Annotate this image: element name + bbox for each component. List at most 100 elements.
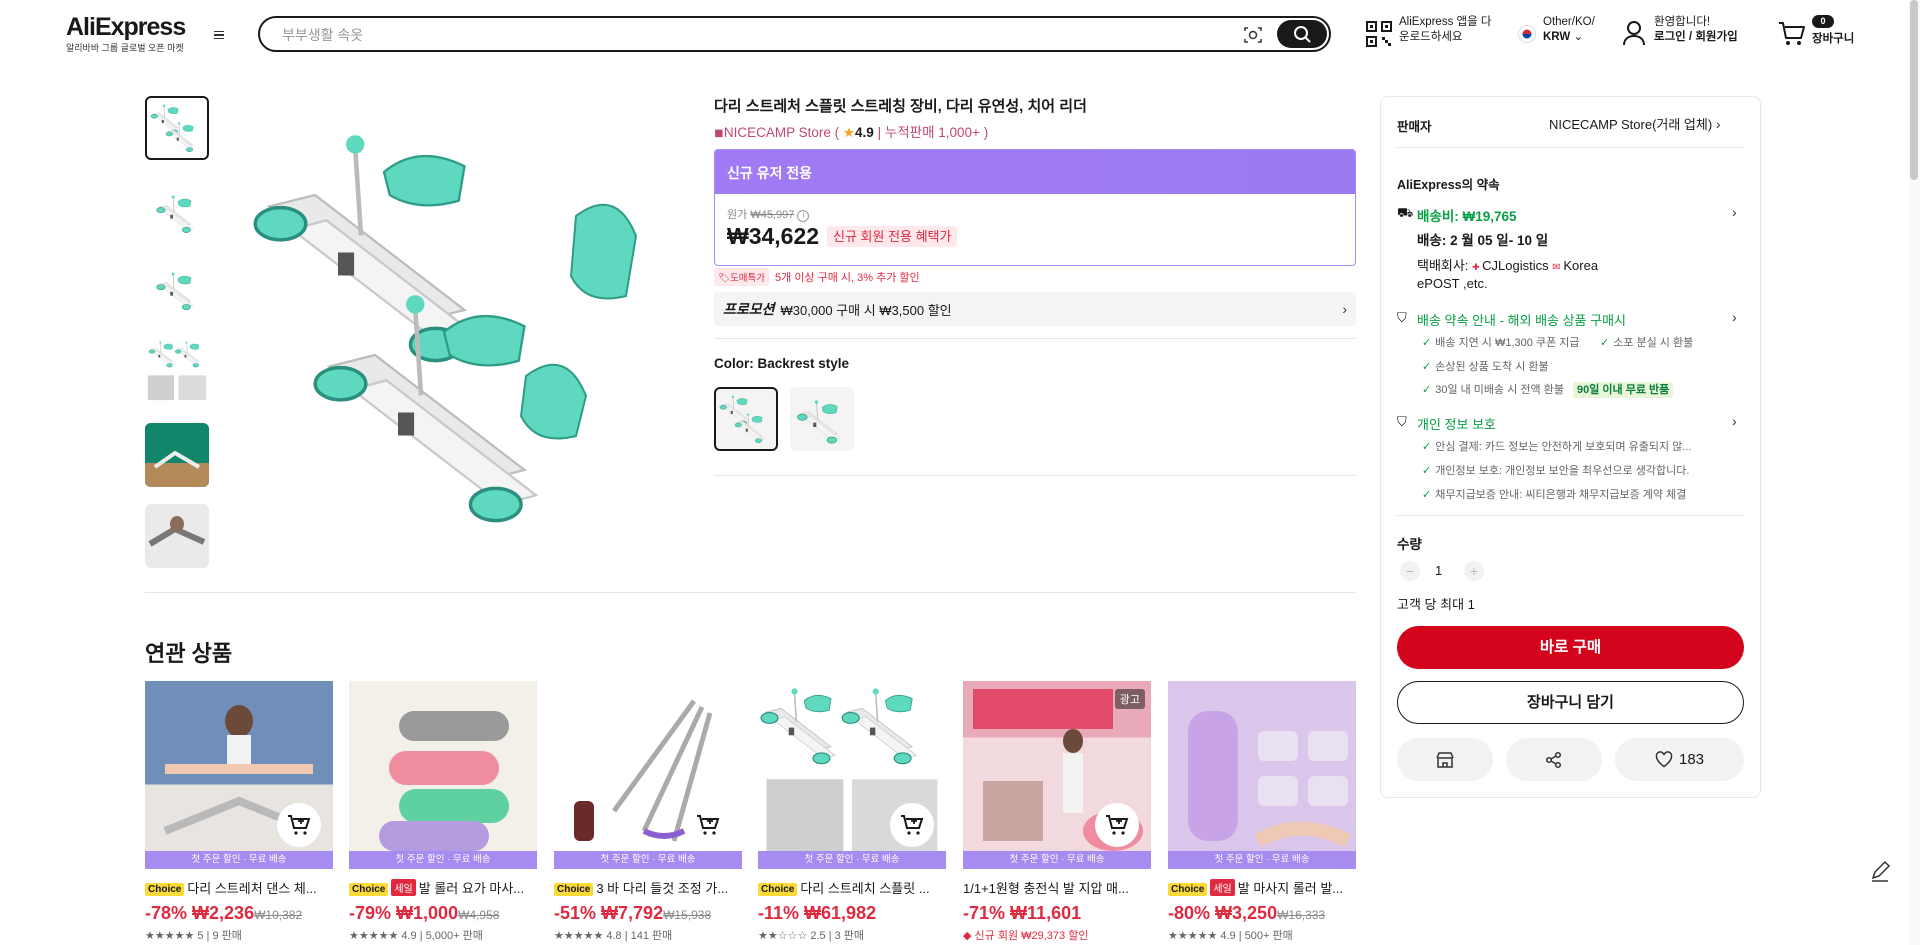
quantity-value[interactable]: 1 [1435,563,1442,578]
color-swatch[interactable] [790,387,854,451]
app-download-link[interactable]: AliExpress 앱을 다 운로드하세요 [1399,15,1491,45]
feedback-edit-icon[interactable] [1866,858,1894,886]
chevron-right-icon[interactable]: › [1732,309,1737,325]
product-card[interactable]: 첫 주문 할인 · 무료 배송 Choice 다리 스트레처 댄스 체... -7… [145,681,333,943]
check-icon: ✓ [1422,441,1432,453]
product-card-image[interactable]: 첫 주문 할인 · 무료 배송 [145,681,333,869]
add-to-cart-icon[interactable] [890,803,934,847]
user-icon[interactable] [1622,20,1646,46]
chevron-down-icon: ⌄ [1573,31,1584,43]
product-card[interactable]: 첫 주문 할인 · 무료 배송 Choice 세일 발 마사지 롤러 발... -8… [1168,681,1356,943]
heart-icon [1655,751,1673,768]
star-rating-icon: ★★☆☆☆ [758,930,808,942]
choice-badge: Choice [145,883,185,896]
cart-label[interactable]: 장바구니 [1812,32,1854,47]
discount-percent: -71% [963,903,1006,923]
quantity-decrease-button[interactable]: − [1400,561,1420,581]
tag-icon: 🏷 [718,273,731,284]
sale-badge: 세일 [391,879,416,896]
guarantee-item: ✓ 배송 지연 시 ₩1,300 쿠폰 지급 [1422,337,1580,349]
gallery-thumbnail[interactable] [145,423,209,487]
main-product-image[interactable] [236,96,676,536]
discount-percent: -11% [758,903,800,923]
product-card[interactable]: 첫 주문 할인 · 무료 배송 Choice 세일 발 롤러 요가 마사... -7… [349,681,537,943]
product-card[interactable]: 광고 첫 주문 할인 · 무료 배송 1/1+1원형 충전식 발 지압 매...… [963,681,1151,943]
aliexpress-logo[interactable]: AliExpress [66,13,186,42]
cart-icon[interactable] [1778,21,1806,47]
seller-link[interactable]: NICECAMP Store(거래 업체) › [1549,114,1720,133]
divider [1397,147,1744,148]
add-to-cart-button[interactable]: 장바구니 담기 [1397,681,1744,724]
account-login-link[interactable]: 환영합니다! 로그인 / 회원가입 [1654,15,1738,45]
check-icon: ✓ [1422,465,1432,477]
product-card-title[interactable]: 발 마사지 롤러 발... [1238,881,1343,896]
search-button[interactable] [1277,20,1327,48]
promotion-bar[interactable]: 프로모션 ₩30,000 구매 시 ₩3,500 할인 › [714,292,1356,326]
product-card[interactable]: 첫 주문 할인 · 무료 배송 Choice 다리 스트레치 스플릿 ... -1… [758,681,946,943]
menu-icon[interactable] [210,26,228,44]
star-icon: ★ [842,125,856,140]
gallery-thumbnail[interactable] [145,504,209,568]
product-title: 다리 스트레처 스플릿 스트레칭 장비, 다리 유연성, 치어 리더 [714,98,1087,115]
gallery-thumbnail[interactable] [145,178,209,242]
choice-badge: Choice [1168,883,1208,896]
discount-percent: -80% [1168,903,1211,923]
product-card[interactable]: 첫 주문 할인 · 무료 배송 Choice 3 바 다리 들것 조정 가... … [554,681,742,943]
product-card-title[interactable]: 다리 스트레치 스플릿 ... [800,881,929,896]
quantity-increase-button[interactable]: + [1464,561,1484,581]
choice-badge: Choice [758,883,798,896]
color-swatch-selected[interactable] [714,387,778,451]
chevron-right-icon[interactable]: › [1732,204,1737,220]
region-currency-selector[interactable]: Other/KO/ KRW ⌄ [1543,15,1595,45]
info-icon[interactable]: i [797,210,810,222]
qr-code-icon[interactable] [1366,21,1392,47]
color-label: Color: Backrest style [714,356,850,371]
product-card-title[interactable]: 다리 스트레처 댄스 체... [187,881,316,896]
store-button[interactable] [1397,738,1493,781]
add-to-cart-icon[interactable] [277,803,321,847]
promo-header: 신규 유저 전용 [715,150,1355,194]
star-rating-icon: ★★★★★ [1168,930,1218,942]
image-search-icon[interactable] [1242,24,1264,46]
gallery-thumbnail[interactable] [145,258,209,322]
product-card-image[interactable]: 첫 주문 할인 · 무료 배송 [1168,681,1356,869]
check-icon: ✓ [1600,337,1610,349]
carrier-info-cont: ePOST ,etc. [1417,276,1488,291]
store-name-link[interactable]: NICECAMP Store [724,125,831,140]
chevron-right-icon[interactable]: › [1732,413,1737,429]
delivery-guarantee-title: 배송 약속 안내 - 해외 배송 상품 구매시 [1417,313,1627,328]
product-card-title[interactable]: 1/1+1원형 충전식 발 지압 매... [963,881,1129,896]
gallery-thumbnail[interactable] [145,96,209,160]
korea-post-logo-icon: ✉ [1552,262,1564,273]
product-card-image[interactable]: 첫 주문 할인 · 무료 배송 [554,681,742,869]
card-original-price: ₩10,382 [254,908,303,922]
privacy-item: ✓ 안심 결제: 카드 정보는 안전하게 보호되며 유출되지 않... [1422,441,1692,453]
promotion-label: 프로모션 [723,301,775,317]
gallery-thumbnail[interactable] [145,339,209,403]
product-card-image[interactable]: 첫 주문 할인 · 무료 배송 [758,681,946,869]
product-card-title[interactable]: 발 롤러 요가 마사... [419,881,524,896]
product-card-title[interactable]: 3 바 다리 들것 조정 가... [596,881,728,896]
original-price: 원가 ₩45,997 i [727,206,810,222]
choice-badge: Choice [554,883,594,896]
new-user-price-box: 신규 유저 전용 원가 ₩45,997 i ₩34,622 신규 회원 전용 혜… [714,149,1356,266]
product-card-image[interactable]: 첫 주문 할인 · 무료 배송 [349,681,537,869]
cj-logo-icon: ✚ [1472,262,1483,272]
scrollbar-thumb[interactable] [1910,0,1918,180]
buy-now-button[interactable]: 바로 구매 [1397,626,1744,669]
wishlist-button[interactable]: 183 [1615,738,1744,781]
add-to-cart-icon[interactable] [686,803,730,847]
share-button[interactable] [1506,738,1602,781]
delivery-date: 배송: 2 월 05 일- 10 일 [1417,233,1549,248]
product-card-image[interactable]: 광고 첫 주문 할인 · 무료 배송 [963,681,1151,869]
free-return-badge: 90일 이내 무료 반품 [1573,382,1674,398]
add-to-cart-icon[interactable] [1095,803,1139,847]
star-rating-icon: ★★★★★ [145,930,195,942]
chevron-right-icon: › [1715,116,1721,132]
guarantee-item: ✓ 손상된 상품 도착 시 환불 [1422,361,1549,373]
divider [714,338,1356,339]
search-input[interactable] [282,25,1222,45]
sold-count: 누적판매 1,000+ [884,125,980,140]
shipping-fee: 배송비: ₩19,765 [1417,209,1517,224]
check-icon: ✓ [1422,337,1432,349]
